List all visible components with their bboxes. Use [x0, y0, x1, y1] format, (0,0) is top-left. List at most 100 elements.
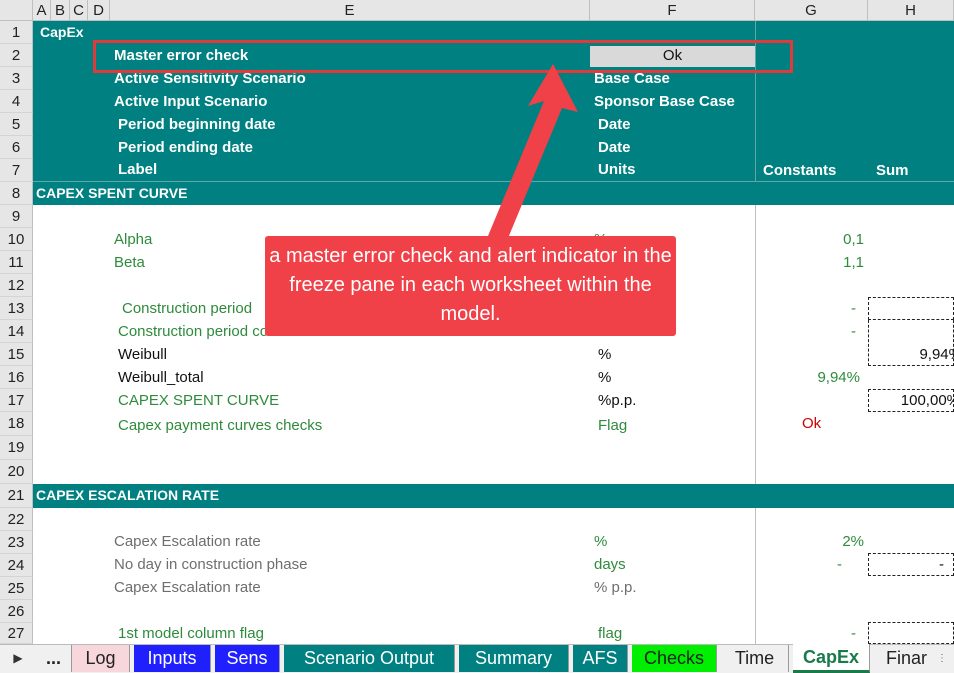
no-day-units[interactable]: days — [594, 556, 626, 573]
beta-constant[interactable]: 1,1 — [756, 254, 864, 271]
period-end-value: Date — [598, 139, 631, 156]
row-header[interactable]: 9 — [0, 205, 33, 228]
tab-afs[interactable]: AFS — [573, 645, 628, 672]
capex-spent-curve-sum: 100,00% — [900, 392, 954, 409]
corner-select-all[interactable] — [0, 0, 33, 21]
esc-rate-constant[interactable]: 2% — [756, 533, 864, 550]
tab-scenario-output[interactable]: Scenario Output — [284, 645, 455, 672]
units-header: Units — [598, 161, 636, 178]
row-header[interactable]: 22 — [0, 508, 33, 531]
row-header[interactable]: 26 — [0, 600, 33, 623]
weibull-total-label[interactable]: Weibull_total — [118, 369, 204, 386]
row-header[interactable]: 27 — [0, 623, 33, 644]
no-day-sum: - — [939, 556, 944, 573]
tab-nav-more-button[interactable]: ... — [36, 645, 72, 672]
tab-nav-prev-button[interactable]: ▶ — [0, 645, 36, 672]
row-header[interactable]: 11 — [0, 251, 33, 274]
column-header-c[interactable]: C — [70, 0, 88, 21]
weibull-total-constant[interactable]: 9,94% — [756, 369, 860, 386]
row-header[interactable]: 13 — [0, 297, 33, 320]
first-column-flag-sum-cell[interactable] — [868, 622, 954, 644]
row-header[interactable]: 10 — [0, 228, 33, 251]
esc-rate2-label[interactable]: Capex Escalation rate — [114, 579, 261, 596]
row-header[interactable]: 16 — [0, 366, 33, 389]
section-title-capex-spent-curve: CAPEX SPENT CURVE — [36, 185, 188, 201]
row-header[interactable]: 1 — [0, 21, 33, 44]
column-header-h[interactable]: H — [868, 0, 954, 21]
alpha-label[interactable]: Alpha — [114, 231, 152, 248]
construction-period-sum: 8 — [868, 300, 954, 317]
capex-spent-curve-units[interactable]: %p.p. — [598, 392, 636, 409]
column-header-a[interactable]: A — [33, 0, 51, 21]
constants-header: Constants — [763, 162, 837, 179]
tab-time[interactable]: Time — [721, 645, 789, 672]
esc-rate-units[interactable]: % — [594, 533, 607, 550]
column-header-g[interactable]: G — [755, 0, 868, 21]
row-header[interactable]: 15 — [0, 343, 33, 366]
column-header-e[interactable]: E — [110, 0, 590, 21]
row-header[interactable]: 17 — [0, 389, 33, 412]
weibull-sum[interactable]: 9,94% — [868, 346, 954, 363]
callout-box: a master error check and alert indicator… — [265, 236, 676, 336]
capex-spent-curve-label[interactable]: CAPEX SPENT CURVE — [118, 392, 279, 409]
beta-label[interactable]: Beta — [114, 254, 145, 271]
callout-arrow — [488, 64, 578, 243]
tab-finance-partial[interactable]: Finar — [874, 645, 930, 672]
row-header[interactable]: 7 — [0, 159, 33, 182]
period-end-label: Period ending date — [118, 139, 254, 156]
tab-sens[interactable]: Sens — [215, 645, 280, 672]
tab-log[interactable]: Log — [72, 645, 130, 672]
row-header[interactable]: 2 — [0, 44, 33, 67]
first-column-flag-constant[interactable]: - — [756, 625, 856, 642]
esc-rate2-units[interactable]: % p.p. — [594, 579, 637, 596]
first-column-flag-label[interactable]: 1st model column flag — [118, 625, 264, 642]
row-header[interactable]: 14 — [0, 320, 33, 343]
capex-checks-units[interactable]: Flag — [598, 417, 627, 434]
tab-capex[interactable]: CapEx — [793, 644, 870, 673]
row-header[interactable]: 21 — [0, 484, 33, 508]
row-header[interactable]: 5 — [0, 113, 33, 136]
capex-checks-label[interactable]: Capex payment curves checks — [118, 417, 322, 434]
row-header[interactable]: 20 — [0, 460, 33, 484]
row-header[interactable]: 6 — [0, 136, 33, 159]
tab-checks[interactable]: Checks — [632, 645, 717, 672]
row-header[interactable]: 23 — [0, 531, 33, 554]
row-header[interactable]: 18 — [0, 412, 33, 436]
weibull-units[interactable]: % — [598, 346, 611, 363]
tab-inputs[interactable]: Inputs — [134, 645, 211, 672]
sum-header: Sum — [876, 162, 909, 179]
no-day-constant[interactable]: - — [756, 556, 842, 573]
row-header[interactable]: 12 — [0, 274, 33, 297]
alpha-constant[interactable]: 0,1 — [756, 231, 864, 248]
callout-text: a master error check and alert indicator… — [269, 245, 672, 325]
period-begin-label: Period beginning date — [118, 116, 276, 133]
row-header[interactable]: 19 — [0, 436, 33, 460]
row-header[interactable]: 3 — [0, 67, 33, 90]
column-header-f[interactable]: F — [590, 0, 755, 21]
esc-rate-label[interactable]: Capex Escalation rate — [114, 533, 261, 550]
row-header[interactable]: 4 — [0, 90, 33, 113]
construction-counter-constant[interactable]: - — [756, 323, 856, 340]
section-title-capex-escalation-rate: CAPEX ESCALATION RATE — [36, 487, 220, 503]
no-day-label[interactable]: No day in construction phase — [114, 556, 307, 573]
period-begin-value: Date — [598, 116, 631, 133]
column-header-d[interactable]: D — [88, 0, 110, 21]
row-header[interactable]: 8 — [0, 182, 33, 205]
row-header[interactable]: 25 — [0, 577, 33, 600]
construction-period-label[interactable]: Construction period — [122, 300, 252, 317]
active-input-value: Sponsor Base Case — [594, 93, 735, 110]
column-header-b[interactable]: B — [51, 0, 70, 21]
tab-scroll-handle[interactable]: ⋮ — [930, 645, 954, 672]
construction-period-constant[interactable]: - — [756, 300, 856, 317]
highlight-box — [93, 40, 793, 73]
active-input-label: Active Input Scenario — [114, 93, 268, 110]
capex-checks-constant[interactable]: Ok — [802, 415, 821, 432]
label-header: Label — [118, 161, 158, 178]
first-column-flag-units[interactable]: flag — [598, 625, 622, 642]
weibull-total-units[interactable]: % — [598, 369, 611, 386]
tab-summary[interactable]: Summary — [459, 645, 569, 672]
weibull-label[interactable]: Weibull — [118, 346, 167, 363]
row-header[interactable]: 24 — [0, 554, 33, 577]
sheet-name: CapEx — [40, 24, 84, 40]
sheet-tab-bar: ▶ ... Log Inputs Sens Scenario Output Su… — [0, 644, 954, 673]
